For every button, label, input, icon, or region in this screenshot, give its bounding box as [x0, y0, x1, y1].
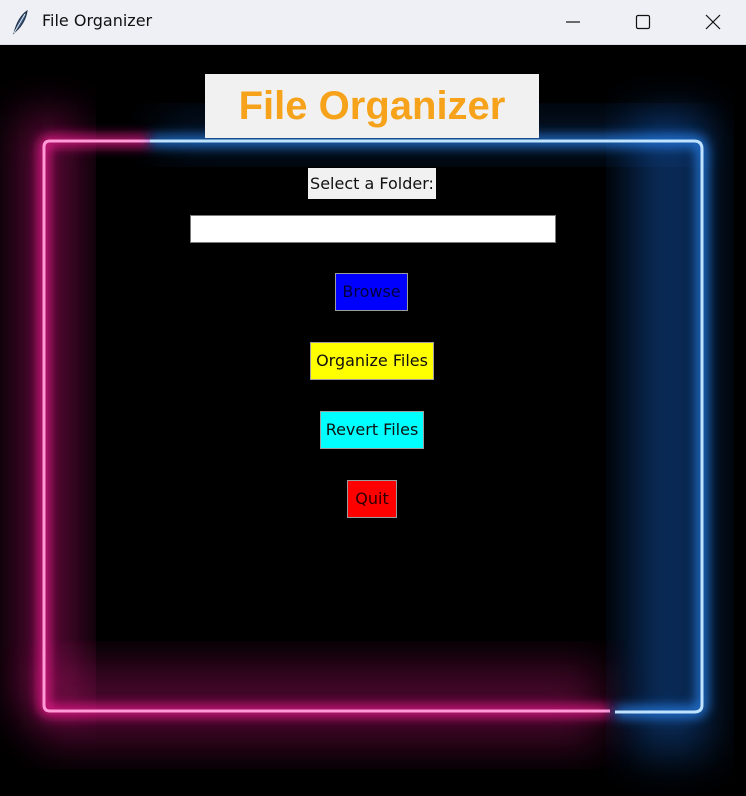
window-title: File Organizer [42, 11, 153, 30]
folder-path-input[interactable] [190, 215, 556, 243]
maximize-button[interactable] [620, 0, 666, 44]
close-button[interactable] [690, 0, 736, 44]
minimize-button[interactable] [550, 0, 596, 44]
app-heading: File Organizer [205, 74, 539, 138]
folder-label: Select a Folder: [308, 168, 436, 199]
browse-button[interactable]: Browse [335, 273, 408, 311]
feather-icon [13, 9, 28, 35]
title-bar[interactable]: File Organizer [0, 0, 746, 45]
minimize-icon [566, 21, 580, 23]
close-icon [705, 14, 721, 30]
organize-files-button[interactable]: Organize Files [310, 342, 434, 380]
app-window: File Organizer File Organizer Select a F… [0, 0, 746, 796]
app-content: File Organizer Select a Folder: Browse O… [0, 45, 746, 796]
revert-files-button[interactable]: Revert Files [320, 411, 424, 449]
maximize-icon [635, 14, 651, 30]
quit-button[interactable]: Quit [347, 480, 397, 518]
